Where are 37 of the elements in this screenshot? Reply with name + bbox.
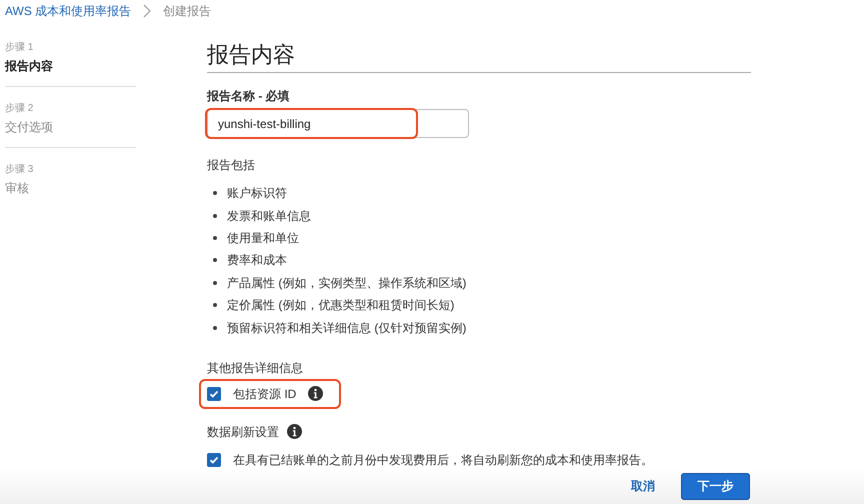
- step-label[interactable]: 交付选项: [5, 117, 136, 137]
- checkbox-label: 在具有已结账单的之前月份中发现费用后，将自动刷新您的成本和使用率报告。: [233, 452, 653, 469]
- info-icon[interactable]: [308, 386, 324, 402]
- step-number: 步骤 2: [5, 102, 34, 116]
- bullet-icon: [213, 303, 217, 308]
- checkbox[interactable]: [207, 386, 221, 401]
- list-item: 使用量和单位: [227, 230, 299, 247]
- breadcrumb-current: 创建报告: [163, 3, 212, 20]
- checkbox[interactable]: [207, 452, 221, 467]
- field-label: 报告名称 - 必填: [207, 88, 291, 105]
- cancel-link[interactable]: 取消: [631, 477, 655, 495]
- list-item: 费率和成本: [227, 252, 287, 270]
- bullet-icon: [213, 258, 217, 262]
- breadcrumb-link[interactable]: AWS 成本和使用率报告: [5, 2, 132, 20]
- report-name-field[interactable]: yunshi-test-billing: [207, 109, 469, 138]
- section-heading: 报告包括: [207, 157, 256, 174]
- step-label[interactable]: 审核: [5, 178, 136, 198]
- page-title: 报告内容: [207, 41, 296, 69]
- step-label[interactable]: 报告内容: [5, 56, 136, 76]
- checkbox-label: 包括资源 ID: [233, 386, 296, 403]
- bullet-icon: [213, 236, 217, 240]
- next-button[interactable]: 下一步: [681, 472, 750, 500]
- bullet-icon: [213, 280, 217, 285]
- list-item: 定价属性 (例如，优惠类型和租赁时间长短): [227, 297, 454, 314]
- section-heading: 其他报告详细信息: [207, 360, 304, 377]
- bullet-icon: [213, 191, 217, 196]
- list-item: 产品属性 (例如，实例类型、操作系统和区域): [227, 274, 466, 292]
- bullet-icon: [213, 326, 217, 330]
- step-number: 步骤 3: [5, 162, 34, 177]
- section-heading: 数据刷新设置: [207, 424, 279, 441]
- list-item: 发票和账单信息: [227, 208, 311, 225]
- chevron-icon: [143, 4, 152, 18]
- list-item: 预留标识符和相关详细信息 (仅针对预留实例): [227, 320, 466, 337]
- bullet-icon: [213, 214, 217, 218]
- step-number: 步骤 1: [5, 40, 34, 55]
- info-icon[interactable]: [287, 424, 302, 440]
- list-item: 账户标识符: [227, 185, 287, 202]
